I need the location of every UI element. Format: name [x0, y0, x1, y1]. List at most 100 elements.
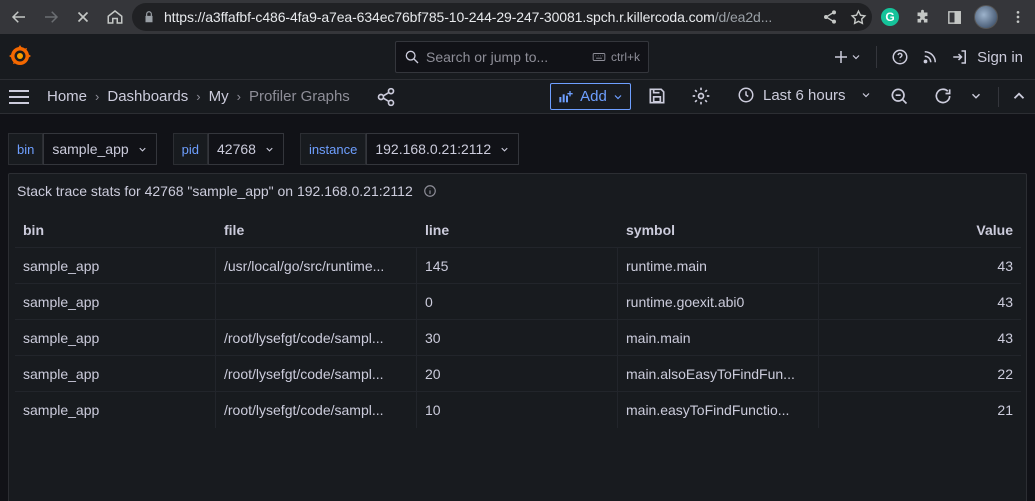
- table-header: bin file line symbol Value: [15, 212, 1021, 248]
- side-panel-icon[interactable]: [941, 4, 967, 30]
- chevron-right-icon: ›: [95, 89, 100, 104]
- chevron-down-icon: [266, 147, 273, 152]
- search-shortcut-label: ctrl+k: [610, 50, 640, 64]
- home-icon[interactable]: [102, 4, 128, 30]
- breadcrumb-dashboards[interactable]: Dashboards: [107, 88, 188, 105]
- info-icon[interactable]: [423, 184, 437, 198]
- refresh-interval-chevron-icon[interactable]: [969, 86, 983, 106]
- cell-line: 20: [417, 355, 618, 392]
- add-label: Add: [580, 88, 607, 105]
- breadcrumb-home[interactable]: Home: [47, 88, 87, 105]
- news-button[interactable]: [915, 42, 945, 72]
- cell-line: 10: [417, 392, 618, 428]
- column-header-value[interactable]: Value: [819, 212, 1021, 248]
- forward-icon[interactable]: [38, 4, 64, 30]
- cell-file: /usr/local/go/src/runtime...: [216, 247, 417, 284]
- var-select-pid[interactable]: 42768: [208, 133, 284, 165]
- cell-file: /root/lysefgt/code/sampl...: [216, 355, 417, 392]
- var-select-instance[interactable]: 192.168.0.21:2112: [366, 133, 520, 165]
- cell-symbol: main.alsoEasyToFindFun...: [618, 355, 819, 392]
- table-row: sample_app /root/lysefgt/code/sampl... 3…: [15, 319, 1021, 356]
- var-label-pid: pid: [172, 133, 208, 165]
- refresh-icon[interactable]: [933, 86, 953, 106]
- var-value-instance: 192.168.0.21:2112: [375, 141, 492, 157]
- bookmark-star-icon[interactable]: [844, 5, 872, 29]
- settings-gear-icon[interactable]: [691, 86, 711, 106]
- column-header-bin[interactable]: bin: [15, 212, 216, 248]
- extensions-puzzle-icon[interactable]: [909, 4, 935, 30]
- cell-symbol: runtime.goexit.abi0: [618, 283, 819, 320]
- search-icon: [405, 50, 419, 64]
- zoom-out-icon[interactable]: [889, 86, 909, 106]
- column-header-file[interactable]: file: [216, 212, 417, 248]
- cell-symbol: runtime.main: [618, 247, 819, 284]
- chevron-down-icon: [501, 147, 508, 152]
- add-panel-icon: [559, 90, 573, 102]
- url-main: https://a3ffafbf-c486-4fa9-a7ea-634ec76b…: [164, 9, 715, 25]
- time-range-label: Last 6 hours: [763, 86, 846, 104]
- var-select-bin[interactable]: sample_app: [43, 133, 157, 165]
- help-icon: [892, 49, 908, 65]
- grafana-logo-icon[interactable]: [8, 44, 32, 68]
- dashboard-toolbar: Home › Dashboards › My › Profiler Graphs…: [0, 80, 1035, 114]
- add-button[interactable]: Add: [550, 83, 631, 110]
- menu-icon[interactable]: [8, 88, 30, 106]
- signin-button[interactable]: Sign in: [945, 42, 1029, 72]
- breadcrumb: Home › Dashboards › My › Profiler Graphs: [47, 88, 350, 105]
- var-label-bin: bin: [8, 133, 44, 165]
- variables-bar: bin sample_app pid 42768 instance 192.16…: [8, 133, 535, 165]
- time-range-picker[interactable]: Last 6 hours: [737, 86, 872, 104]
- reload-icon[interactable]: [70, 4, 96, 30]
- cell-value: 43: [997, 293, 1013, 310]
- cell-symbol: main.easyToFindFunctio...: [618, 392, 819, 428]
- cell-value: 43: [997, 329, 1013, 346]
- panel-title[interactable]: Stack trace stats for 42768 "sample_app"…: [17, 183, 437, 199]
- save-icon[interactable]: [647, 86, 667, 106]
- table-row: sample_app /root/lysefgt/code/sampl... 2…: [15, 355, 1021, 392]
- cell-bin: sample_app: [15, 319, 216, 356]
- breadcrumb-my[interactable]: My: [209, 88, 229, 105]
- profile-avatar[interactable]: [973, 4, 999, 30]
- back-icon[interactable]: [6, 4, 32, 30]
- table-row: sample_app /usr/local/go/src/runtime... …: [15, 247, 1021, 284]
- cell-line: 30: [417, 319, 618, 356]
- table-row: sample_app 0 runtime.goexit.abi0 43: [15, 283, 1021, 320]
- search-input[interactable]: Search or jump to... ctrl+k: [395, 41, 649, 73]
- column-header-symbol[interactable]: symbol: [618, 212, 819, 248]
- var-value-bin: sample_app: [52, 141, 129, 157]
- cell-value: 21: [997, 402, 1013, 418]
- url-path: /d/ea2d...: [714, 9, 773, 25]
- cell-value: 43: [997, 257, 1013, 274]
- cell-file: [216, 283, 417, 320]
- stats-table: bin file line symbol Value sample_app /u…: [15, 212, 1021, 428]
- share-dashboard-icon[interactable]: [376, 87, 396, 107]
- cell-bin: sample_app: [15, 355, 216, 392]
- chevron-right-icon: ›: [236, 89, 241, 104]
- url-text[interactable]: https://a3ffafbf-c486-4fa9-a7ea-634ec76b…: [164, 9, 816, 25]
- share-page-icon[interactable]: [816, 5, 844, 29]
- signin-label: Sign in: [977, 48, 1023, 66]
- collapse-chevron-up-icon[interactable]: [1010, 86, 1028, 106]
- cell-file: /root/lysefgt/code/sampl...: [216, 392, 417, 428]
- cell-line: 0: [417, 283, 618, 320]
- search-shortcut: ctrl+k: [591, 50, 640, 64]
- new-menu-button[interactable]: [826, 42, 868, 72]
- rss-icon: [923, 51, 937, 64]
- signin-icon: [953, 50, 967, 64]
- chevron-right-icon: ›: [196, 89, 201, 104]
- browser-menu-icon[interactable]: [1005, 4, 1031, 30]
- cell-bin: sample_app: [15, 392, 216, 428]
- cell-bin: sample_app: [15, 283, 216, 320]
- cell-symbol: main.main: [618, 319, 819, 356]
- var-label-instance: instance: [299, 133, 367, 165]
- grammarly-extension-icon[interactable]: G: [877, 4, 903, 30]
- stack-trace-panel: Stack trace stats for 42768 "sample_app"…: [8, 173, 1027, 501]
- column-header-line[interactable]: line: [417, 212, 618, 248]
- var-value-pid: 42768: [217, 141, 256, 157]
- divider: [876, 46, 878, 68]
- help-button[interactable]: [885, 42, 915, 72]
- address-bar[interactable]: https://a3ffafbf-c486-4fa9-a7ea-634ec76b…: [132, 3, 872, 31]
- chevron-down-icon: [862, 93, 869, 98]
- chevron-down-icon: [614, 94, 622, 99]
- breadcrumb-current: Profiler Graphs: [248, 88, 350, 105]
